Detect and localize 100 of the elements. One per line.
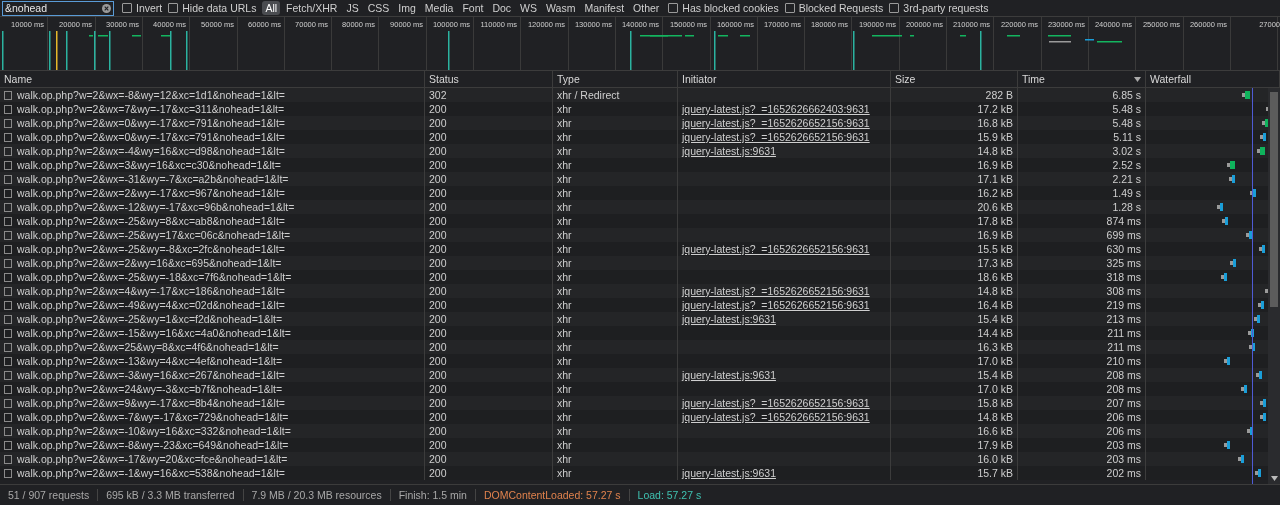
waterfall-bar [1260,413,1266,421]
type-filter-button[interactable]: Other [630,1,663,15]
scroll-down-icon[interactable] [1270,476,1278,481]
initiator-link[interactable]: jquery-latest.js:9631 [682,145,776,157]
request-name[interactable]: walk.op.php?w=2&wx=-10&wy=16&xc=332&nohead=1&lt= [17,425,291,437]
request-name[interactable]: walk.op.php?w=2&wx=0&wy=-17&xc=791&nohead=1&lt= [17,117,285,129]
initiator-link[interactable]: jquery-latest.js?_=1652626652156:9631 [682,411,870,423]
waterfall-bar [1224,441,1230,449]
waterfall-bar [1230,259,1236,267]
waterfall-bar [1260,133,1266,141]
initiator-link[interactable]: jquery-latest.js?_=1652626652156:9631 [682,299,870,311]
time-cell: 202 ms [1018,466,1146,480]
waterfall-bar [1255,469,1261,477]
size-cell: 15.7 kB [891,466,1018,480]
request-name[interactable]: walk.op.php?w=2&wx=2&wy=16&xc=695&nohead=1&lt= [17,257,282,269]
type-filter-button[interactable]: Wasm [543,1,579,15]
request-name[interactable]: walk.op.php?w=2&wx=-25&wy=-8&xc=2fc&nohead=1&lt= [17,243,285,255]
request-name[interactable]: walk.op.php?w=2&wx=-49&wy=4&xc=02d&nohead=1&lt= [17,299,285,311]
clear-icon[interactable] [102,3,111,13]
request-name[interactable]: walk.op.php?w=2&wx=-25&wy=1&xc=f2d&nohead=1&lt= [17,313,282,325]
filter-checkbox[interactable]: 3rd-party requests [889,2,989,14]
initiator-link[interactable]: jquery-latest.js:9631 [682,467,776,479]
request-name[interactable]: walk.op.php?w=2&wx=25&wy=8&xc=4f6&nohead=1&lt= [17,341,279,353]
waterfall-bar [1224,357,1230,365]
waterfall-bar [1227,161,1235,169]
status-text: 695 kB / 3.3 MB transferred [98,489,244,501]
waterfall-bar [1262,119,1268,127]
request-name[interactable]: walk.op.php?w=2&wx=7&wy=-17&xc=311&nohead=1&lt= [17,103,285,115]
waterfall-bar [1258,301,1264,309]
waterfall-bar [1229,175,1235,183]
waterfall-bar [1238,455,1244,463]
request-name[interactable]: walk.op.php?w=2&wx=-25&wy=17&xc=06c&nohead=1&lt= [17,229,291,241]
initiator-link[interactable]: jquery-latest.js?_=1652626652156:9631 [682,117,870,129]
request-name[interactable]: walk.op.php?w=2&wx=-4&wy=16&xc=d98&nohead=1&lt= [17,145,285,157]
initiator-link[interactable]: jquery-latest.js:9631 [682,369,776,381]
waterfall-bar [1241,385,1247,393]
waterfall-bar [1256,371,1262,379]
request-name[interactable]: walk.op.php?w=2&wx=-8&wy=-23&xc=649&nohead=1&lt= [17,439,289,451]
column-header[interactable]: Name [0,71,425,87]
request-name[interactable]: walk.op.php?w=2&wx=-15&wy=16&xc=4a0&nohead=1&lt= [17,327,291,339]
waterfall-bar [1242,91,1250,99]
status-text: 51 / 907 requests [8,489,99,501]
type-filter-button[interactable]: Font [459,1,487,15]
filter-checkbox[interactable]: Has blocked cookies [668,2,779,14]
initiator-link[interactable]: jquery-latest.js?_=1652626662403:9631 [682,103,870,115]
filter-checkbox[interactable]: Blocked Requests [784,2,884,14]
request-name[interactable]: walk.op.php?w=2&wx=-12&wy=-17&xc=96b&nohead=1&lt= [17,201,295,213]
column-header[interactable]: Type [553,71,678,87]
type-filter-button[interactable]: CSS [364,1,393,15]
status-text: Load: 57.27 s [636,489,703,501]
initiator-link[interactable]: jquery-latest.js?_=1652626652156:9631 [682,397,870,409]
request-name[interactable]: walk.op.php?w=2&wx=-25&wy=-18&xc=7f6&nohead=1&lt= [17,271,292,283]
waterfall-bar [1257,147,1265,155]
request-name[interactable]: walk.op.php?w=2&wx=-31&wy=-7&xc=a2b&nohead=1&lt= [17,173,289,185]
column-header[interactable]: Waterfall [1146,71,1280,87]
type-filter-button[interactable]: Doc [489,1,515,15]
request-name[interactable]: walk.op.php?w=2&wx=-25&wy=8&xc=ab8&nohead=1&lt= [17,215,285,227]
type-filter-button[interactable]: Media [421,1,457,15]
waterfall-bar [1222,217,1228,225]
request-name[interactable]: walk.op.php?w=2&wx=-1&wy=16&xc=538&nohead=1&lt= [17,467,285,479]
waterfall-bar [1254,315,1260,323]
initiator-link[interactable]: jquery-latest.js?_=1652626652156:9631 [682,243,870,255]
waterfall-bar [1259,245,1265,253]
filter-checkbox[interactable]: Hide data URLs [168,2,257,14]
waterfall-bar [1246,231,1252,239]
status-cell: 200 [425,466,553,480]
request-name[interactable]: walk.op.php?w=2&wx=-13&wy=4&xc=4ef&nohead=1&lt= [17,355,282,367]
type-filter-button[interactable]: Fetch/XHR [283,1,341,15]
initiator-link[interactable]: jquery-latest.js:9631 [682,313,776,325]
column-header[interactable]: Size [891,71,1018,87]
request-name[interactable]: walk.op.php?w=2&wx=-17&wy=20&xc=fce&nohead=1&lt= [17,453,288,465]
request-name[interactable]: walk.op.php?w=2&wx=-8&wy=12&xc=1d1&nohead=1&lt= [17,89,285,101]
status-text: DOMContentLoaded: 57.27 s [475,489,630,501]
request-name[interactable]: walk.op.php?w=2&wx=9&wy=-17&xc=8b4&nohead=1&lt= [17,397,285,409]
request-name[interactable]: walk.op.php?w=2&wx=24&wy=-3&xc=b7f&nohead=1&lt= [17,383,282,395]
scrollbar-thumb[interactable] [1270,92,1278,307]
column-header[interactable]: Initiator [678,71,891,87]
column-header[interactable]: Status [425,71,553,87]
filter-checkbox[interactable]: Invert [122,2,163,14]
type-filter-button[interactable]: Manifest [581,1,628,15]
status-text: Finish: 1.5 min [390,489,476,501]
type-filter-button[interactable]: JS [343,1,362,15]
waterfall-bar [1221,273,1227,281]
type-filter-button[interactable]: WS [517,1,541,15]
request-name[interactable]: walk.op.php?w=2&wx=2&wy=-17&xc=967&nohead=1&lt= [17,187,285,199]
column-header[interactable]: Time [1018,71,1146,87]
scrollbar[interactable] [1268,88,1280,484]
request-name[interactable]: walk.op.php?w=2&wx=3&wy=16&xc=c30&nohead=1&lt= [17,159,281,171]
type-filter-button[interactable]: Img [395,1,419,15]
request-name[interactable]: walk.op.php?w=2&wx=0&wy=-17&xc=791&nohead=1&lt= [17,131,285,143]
waterfall-bar [1260,399,1266,407]
type-filter-button[interactable]: All [262,1,281,15]
initiator-link[interactable]: jquery-latest.js?_=1652626652156:9631 [682,285,870,297]
waterfall-bar [1217,203,1223,211]
search-field[interactable]: &nohead [2,0,114,16]
type-cell: xhr [553,466,678,480]
request-name[interactable]: walk.op.php?w=2&wx=-3&wy=16&xc=267&nohead=1&lt= [17,369,285,381]
request-name[interactable]: walk.op.php?w=2&wx=-7&wy=-17&xc=729&nohead=1&lt= [17,411,289,423]
request-name[interactable]: walk.op.php?w=2&wx=4&wy=-17&xc=186&nohead=1&lt= [17,285,285,297]
initiator-link[interactable]: jquery-latest.js?_=1652626652156:9631 [682,131,870,143]
